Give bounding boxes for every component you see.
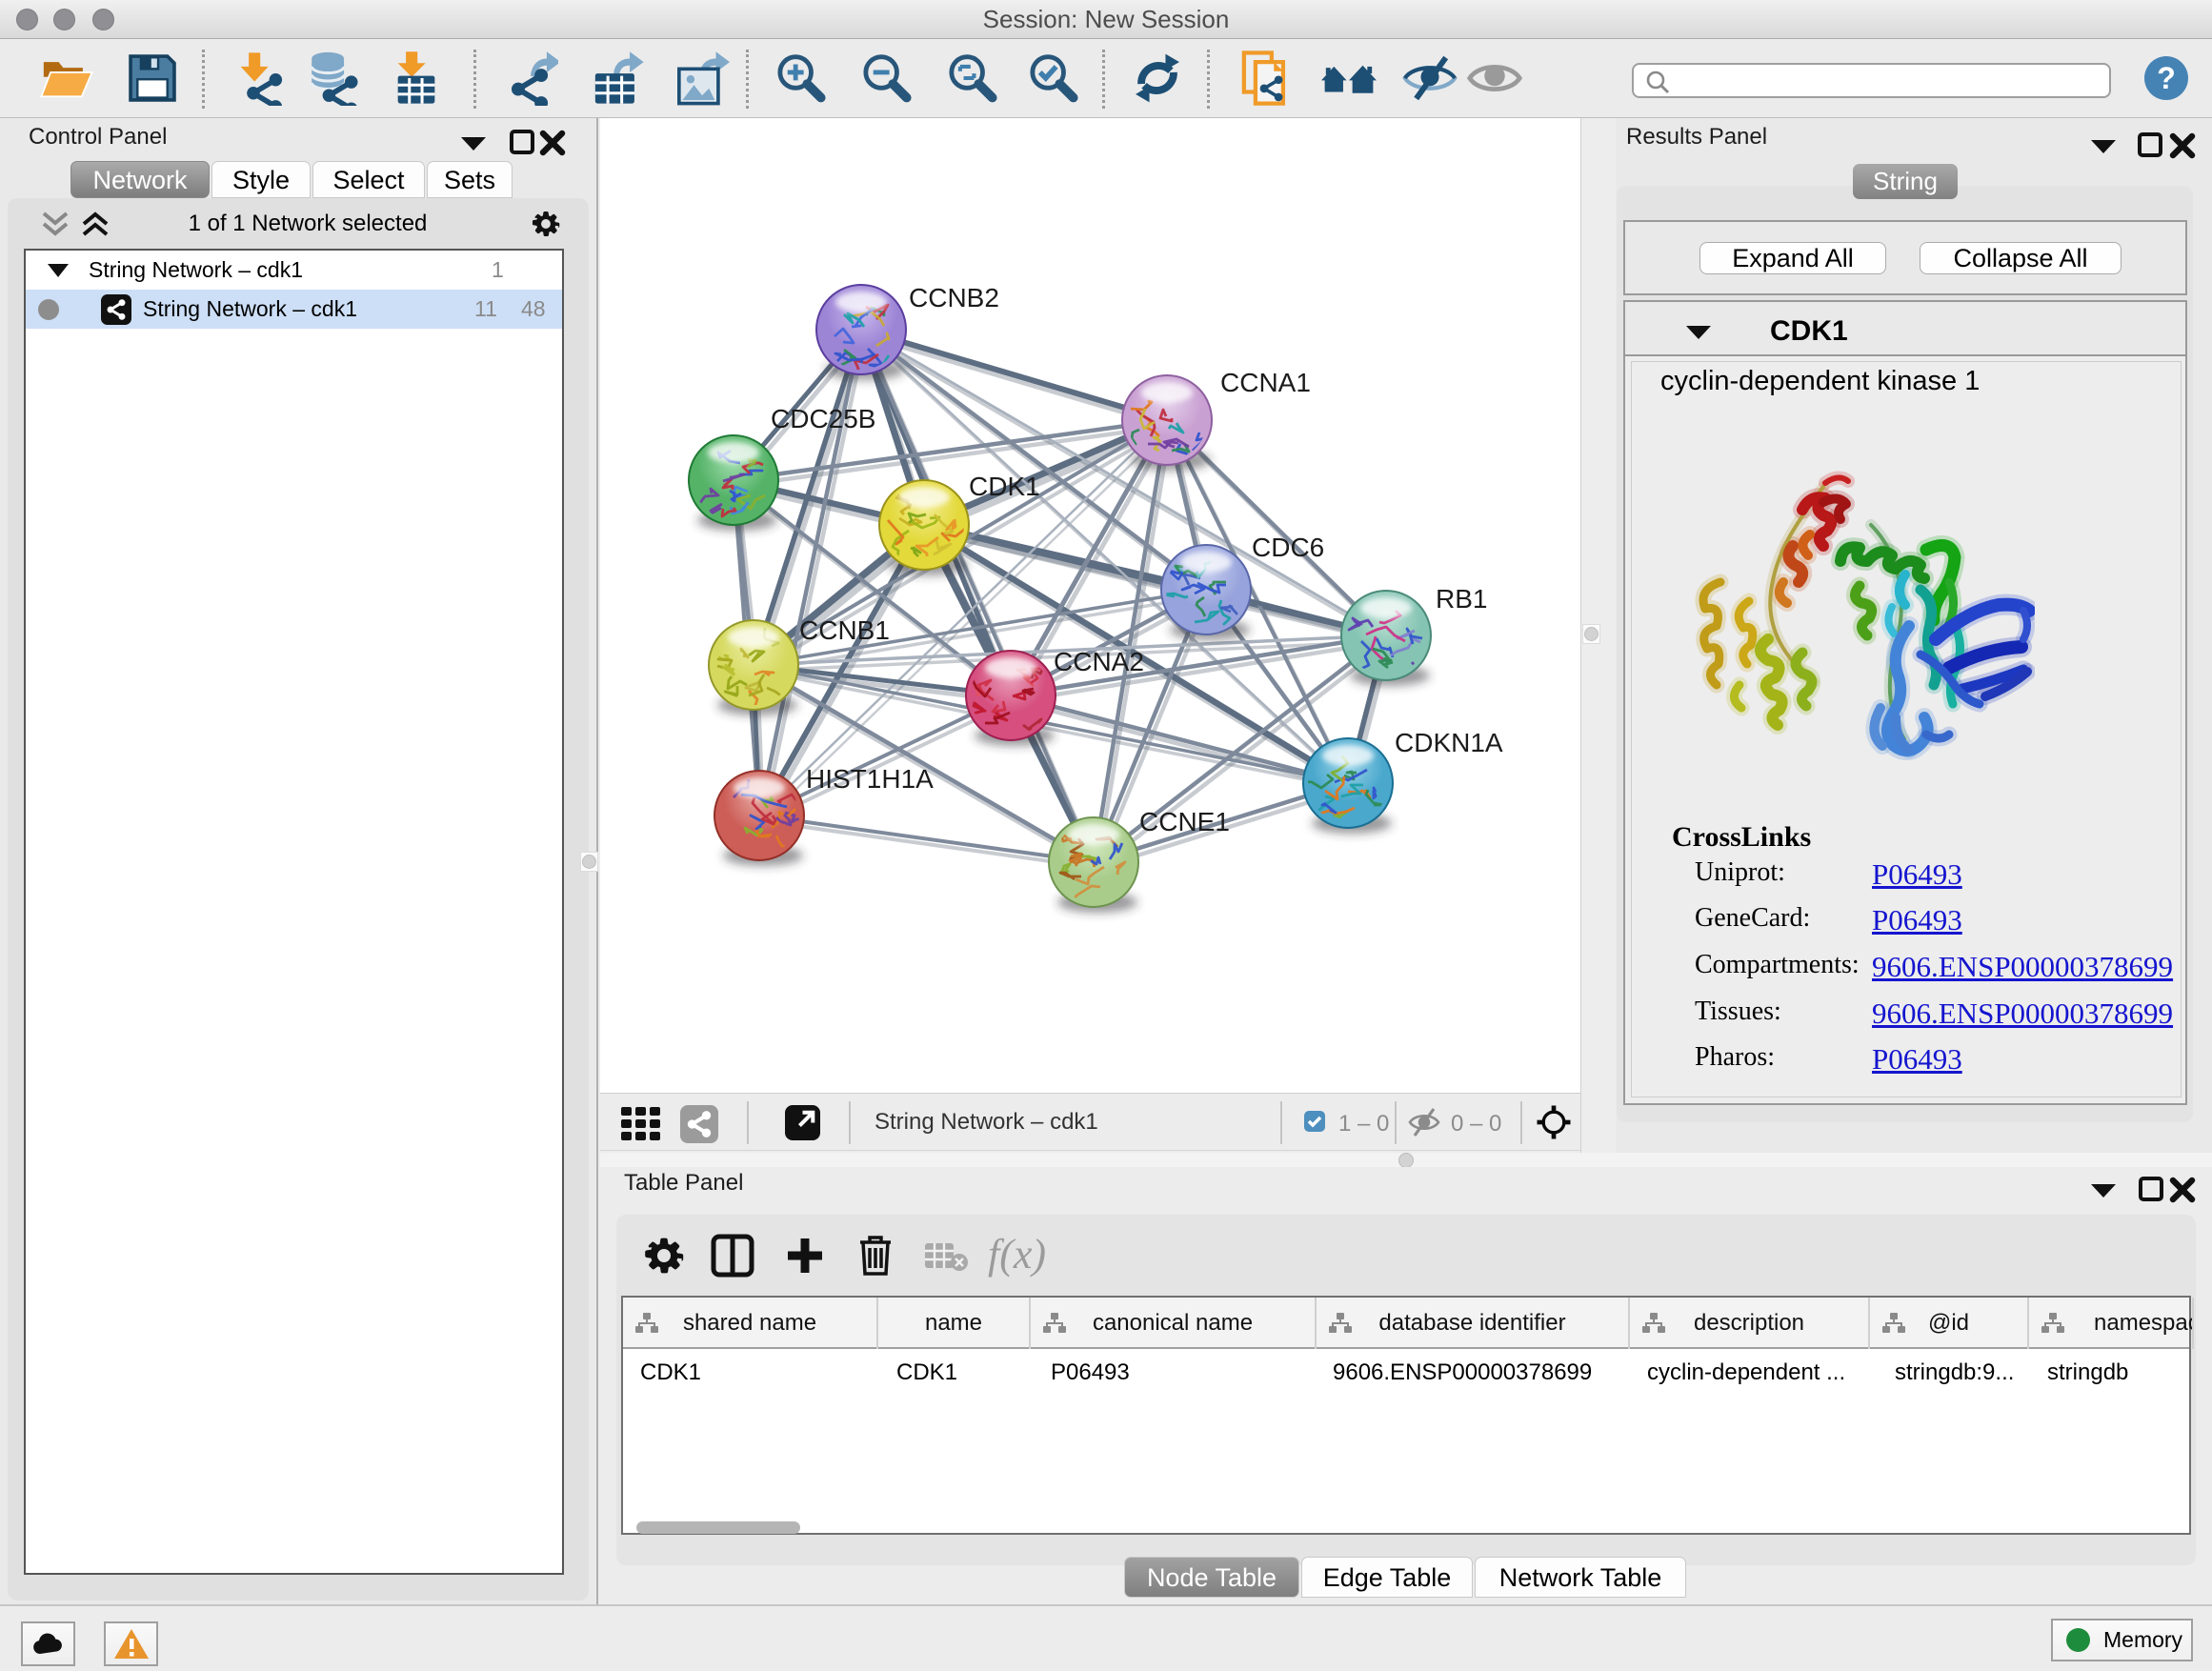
svg-text:CCNA2: CCNA2 bbox=[1054, 647, 1144, 676]
svg-text:CCNA1: CCNA1 bbox=[1220, 368, 1311, 397]
svg-text:RB1: RB1 bbox=[1436, 584, 1487, 614]
svg-text:HIST1H1A: HIST1H1A bbox=[806, 764, 934, 794]
svg-text:CCNE1: CCNE1 bbox=[1139, 807, 1230, 836]
svg-text:CDKN1A: CDKN1A bbox=[1395, 728, 1503, 757]
svg-text:CDC6: CDC6 bbox=[1252, 533, 1324, 562]
svg-text:CCNB2: CCNB2 bbox=[909, 283, 999, 312]
svg-text:?: ? bbox=[2157, 61, 2176, 95]
svg-text:CDC25B: CDC25B bbox=[771, 404, 875, 433]
svg-text:CDK1: CDK1 bbox=[969, 472, 1040, 501]
svg-text:CCNB1: CCNB1 bbox=[799, 615, 890, 645]
